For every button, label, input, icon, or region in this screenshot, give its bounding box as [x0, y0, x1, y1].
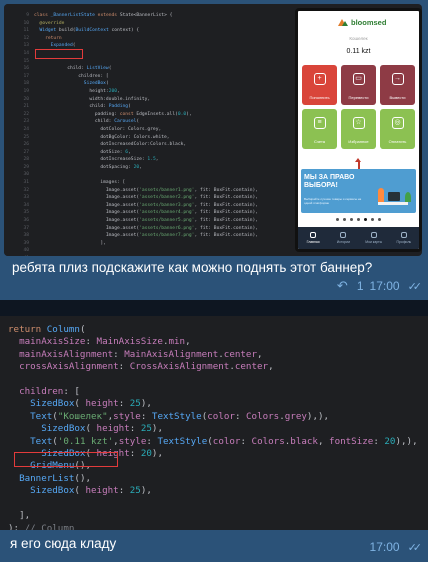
- read-checkmarks-icon: ✓✓: [407, 280, 423, 293]
- message-text-2: я его сюда кладу: [10, 536, 117, 551]
- carousel-dot[interactable]: [371, 218, 374, 221]
- banner-subtitle: Выбирайте лучшие товары и сервисы на одн…: [304, 197, 362, 205]
- nav-profile[interactable]: Профиль: [389, 227, 419, 249]
- promo-banner[interactable]: МЫ ЗА ПРАВО ВЫБОРА! Выбирайте лучшие тов…: [301, 169, 416, 213]
- carousel-dot[interactable]: [378, 218, 381, 221]
- exit-icon: →: [391, 73, 404, 85]
- highlight-box-bannerlist: [14, 452, 118, 467]
- logo-icon: [338, 18, 348, 26]
- carousel-dot[interactable]: [357, 218, 360, 221]
- tile-accounts[interactable]: ≡ Счета: [302, 109, 337, 149]
- message-meta-1: ↶ 1 17:00 ✓✓: [337, 278, 423, 294]
- message-text-1: ребята плиз подскажите как можно поднять…: [12, 260, 373, 275]
- carousel-dot[interactable]: [350, 218, 353, 221]
- reply-icon[interactable]: ↶: [337, 279, 351, 292]
- tile-label: Счета: [313, 139, 326, 144]
- attached-screenshot-2[interactable]: return Column( mainAxisSize: MainAxisSiz…: [0, 316, 428, 530]
- tile-label: Перевести: [348, 95, 369, 100]
- pay-icon: ◎: [391, 117, 404, 129]
- bottom-nav: Главная Истории Мои карты Профиль: [298, 227, 419, 249]
- action-grid: + Пополнить ▭ Перевести → Вывести ≡ Счета ☆ И…: [302, 65, 415, 149]
- message-meta-2: 17:00 ✓✓: [369, 540, 423, 554]
- chat-view: 9 10 11 12 13 14 15 16 17 18 19 20 21 22 23 24 25 26 27 28 2…: [0, 0, 428, 562]
- message-bubble-1[interactable]: 9 10 11 12 13 14 15 16 17 18 19 20 21 22 23 24 25 26 27 28 2…: [0, 0, 428, 300]
- code-editor-snippet-2: return Column( mainAxisSize: MainAxisSiz…: [8, 324, 418, 530]
- nav-history[interactable]: Истории: [328, 227, 358, 249]
- nav-label: Профиль: [396, 240, 412, 244]
- nav-label: Истории: [336, 240, 350, 244]
- logo-text: bloomsed: [351, 17, 387, 27]
- home-icon: [310, 232, 317, 238]
- read-checkmarks-icon: ✓✓: [407, 541, 423, 554]
- phone-preview: bloomsed Кошелек 0.11 kzt + Пополнить ▭ Пе…: [295, 8, 422, 252]
- wallet-label: Кошелек: [349, 36, 368, 41]
- line-number-gutter: 9 10 11 12 13 14 15 16 17 18 19 20 21 22 23 24 25 26 27 28 2…: [4, 4, 32, 256]
- cards-icon: [370, 232, 377, 238]
- tile-label: Избранное: [348, 139, 369, 144]
- nav-cards[interactable]: Мои карты: [359, 227, 389, 249]
- wallet-amount: 0.11 kzt: [346, 48, 371, 55]
- message-time-1: 17:00: [369, 279, 400, 293]
- tile-pay[interactable]: ◎ Оплатить: [380, 109, 415, 149]
- history-icon: [340, 232, 347, 238]
- tile-withdraw[interactable]: → Вывести: [380, 65, 415, 105]
- document-icon: ≡: [313, 117, 326, 129]
- banner-illustration: [374, 177, 412, 209]
- tile-label: Пополнить: [309, 95, 330, 100]
- tile-topup[interactable]: + Пополнить: [302, 65, 337, 105]
- message-bubble-2[interactable]: я его сюда кладу 17:00 ✓✓: [0, 530, 428, 562]
- nav-label: Главная: [306, 240, 320, 244]
- attached-screenshot-1[interactable]: 9 10 11 12 13 14 15 16 17 18 19 20 21 22 23 24 25 26 27 28 2…: [4, 4, 422, 256]
- tile-favorites[interactable]: ☆ Избранное: [341, 109, 376, 149]
- card-icon: ▭: [352, 73, 365, 85]
- nav-home[interactable]: Главная: [298, 227, 328, 249]
- app-logo: bloomsed: [338, 17, 386, 27]
- code-editor-snippet: class _BannerListState extends State<Ban…: [34, 13, 259, 246]
- highlight-box-expanded: [35, 49, 83, 59]
- replies-count[interactable]: 1: [357, 279, 364, 293]
- profile-icon: [400, 232, 407, 238]
- carousel-dot-active[interactable]: [364, 218, 367, 221]
- carousel-dot[interactable]: [336, 218, 339, 221]
- nav-label: Мои карты: [365, 240, 383, 244]
- tile-label: Вывести: [389, 95, 406, 100]
- carousel-dots: [298, 218, 419, 221]
- tile-label: Оплатить: [388, 139, 407, 144]
- star-icon: ☆: [352, 117, 365, 129]
- carousel-dot[interactable]: [343, 218, 346, 221]
- banner-title: МЫ ЗА ПРАВО ВЫБОРА!: [304, 174, 355, 189]
- plus-icon: +: [313, 73, 326, 85]
- tile-transfer[interactable]: ▭ Перевести: [341, 65, 376, 105]
- message-time-2: 17:00: [369, 540, 400, 554]
